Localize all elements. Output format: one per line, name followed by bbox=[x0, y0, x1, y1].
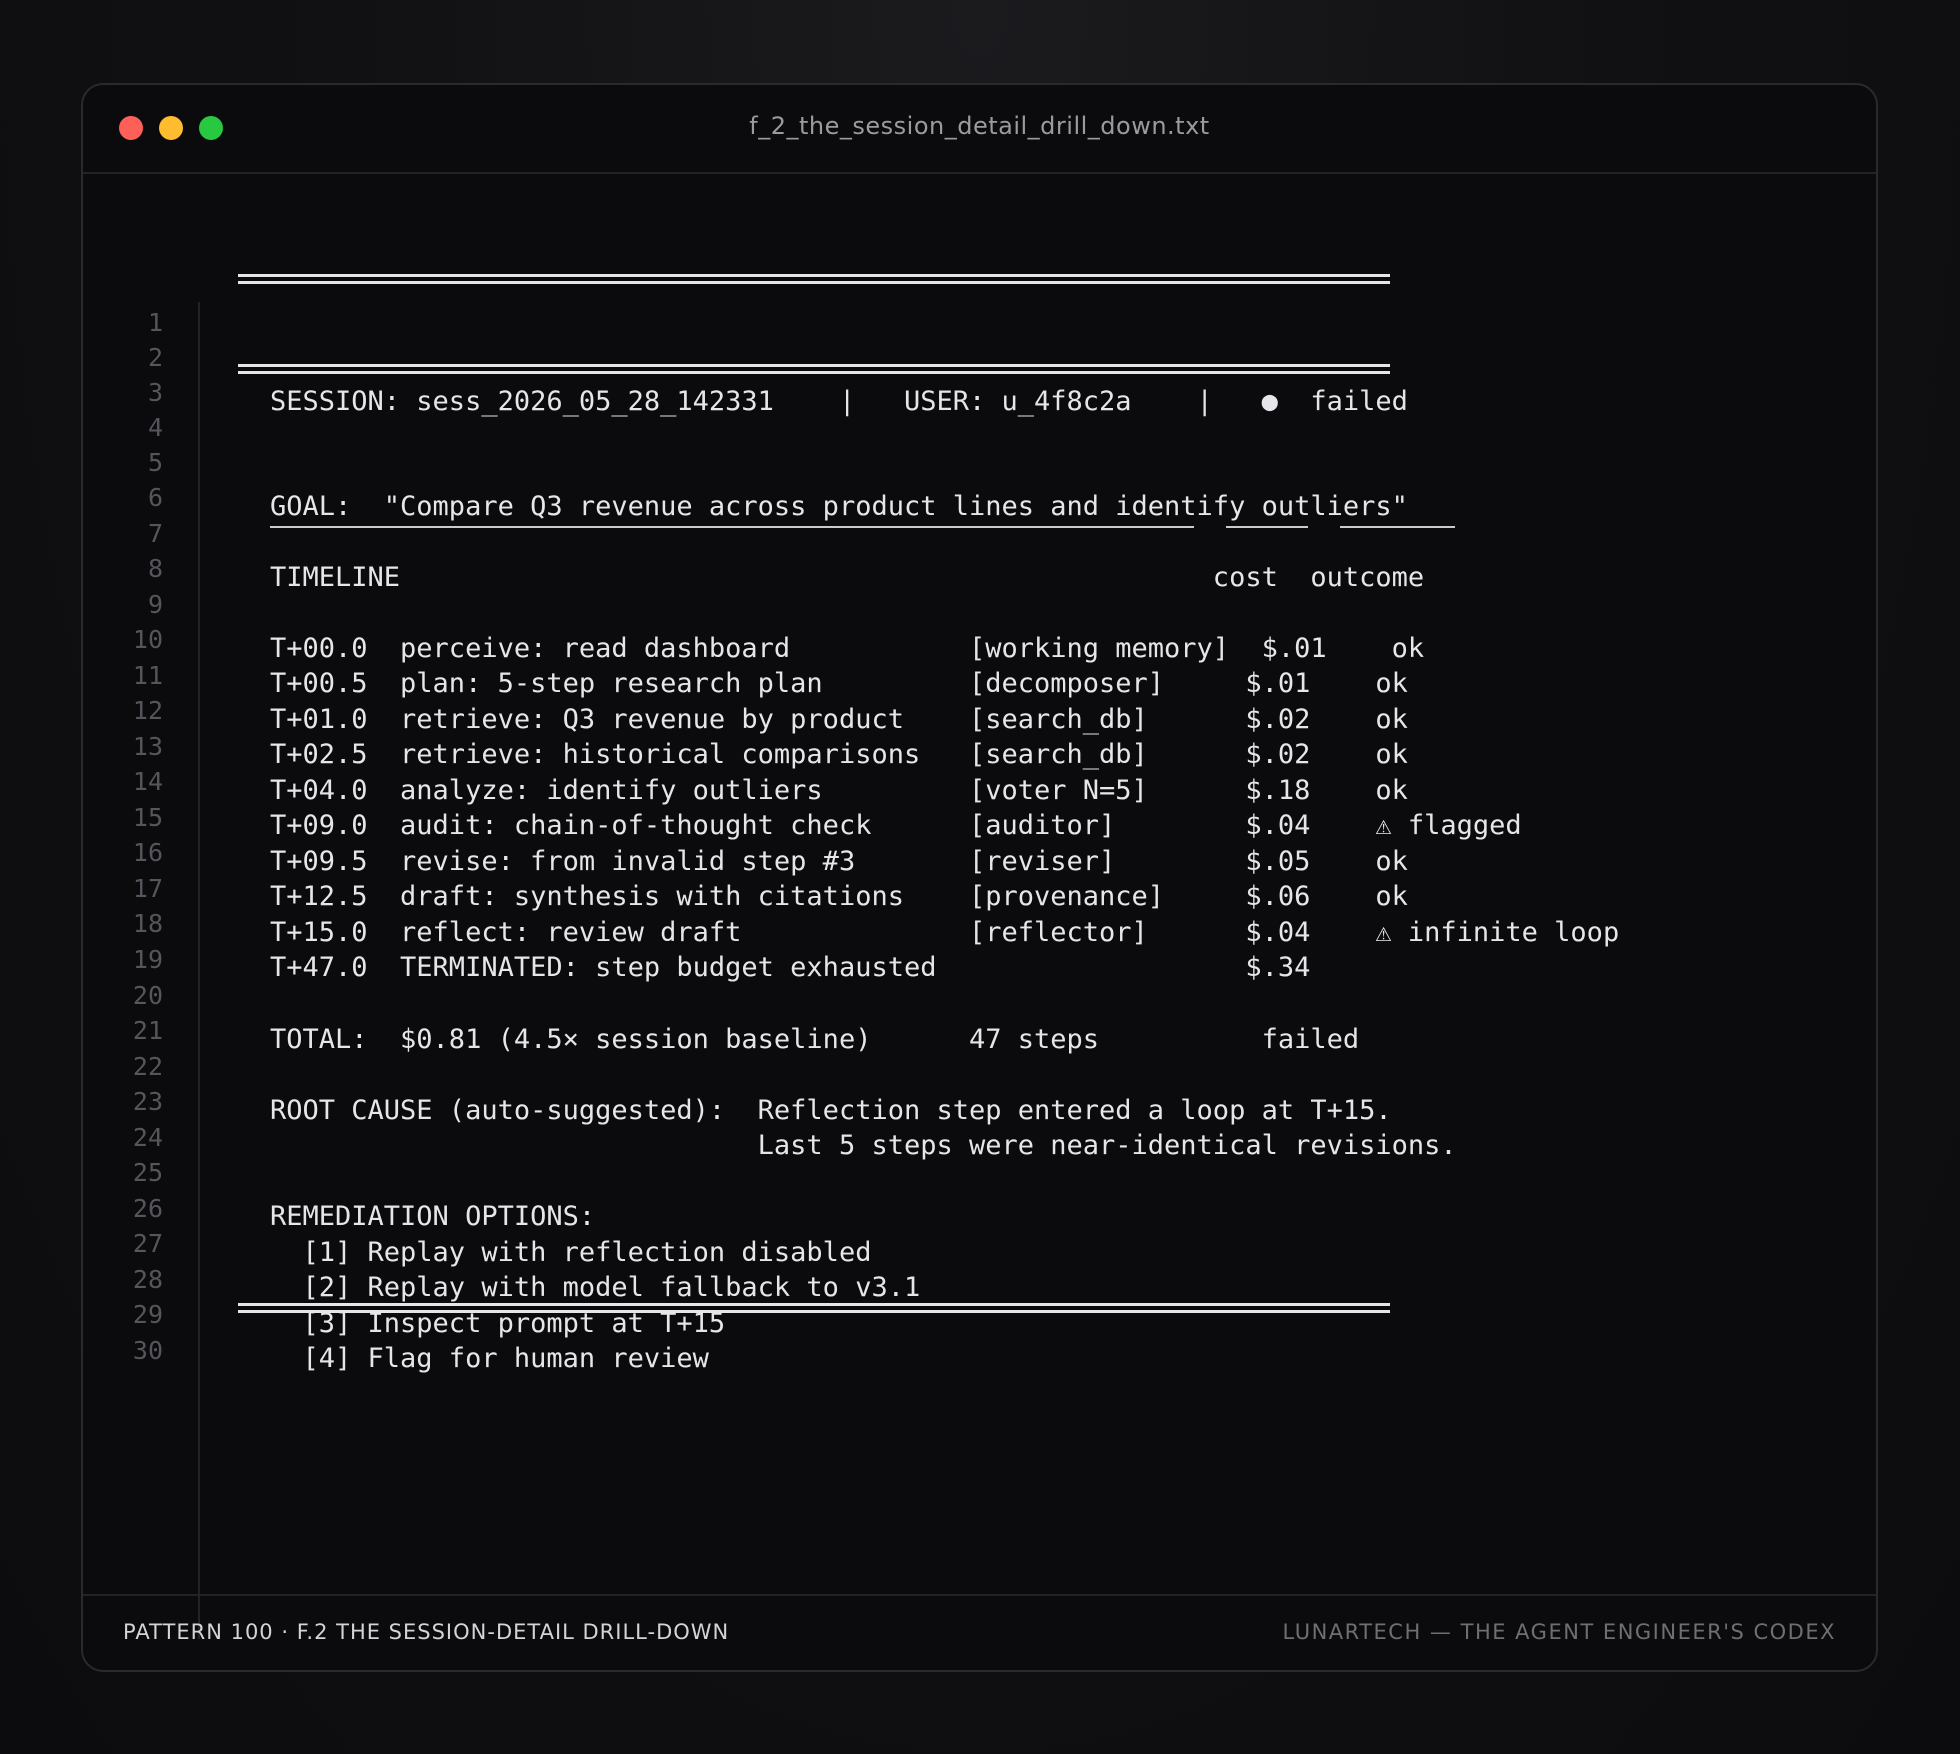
timeline-rule bbox=[270, 526, 1194, 528]
cost-rule bbox=[1226, 526, 1308, 528]
total-line: TOTAL: $0.81 (4.5× session baseline) 47 … bbox=[270, 1024, 1360, 1055]
goal-line: GOAL: "Compare Q3 revenue across product… bbox=[270, 491, 1408, 522]
remediation-option-text[interactable]: [4] Flag for human review bbox=[270, 1337, 709, 1381]
window-title: f_2_the_session_detail_drill_down.txt bbox=[749, 112, 1210, 140]
timeline-header: TIMELINE cost outcome bbox=[270, 562, 1425, 593]
double-rule-bottom bbox=[238, 1303, 1390, 1313]
gutter-divider bbox=[198, 302, 200, 1639]
timeline-row-text: T+47.0 TERMINATED: step budget exhausted… bbox=[270, 952, 1311, 983]
double-rule-header bbox=[238, 364, 1390, 374]
line-number: 30 bbox=[132, 1336, 163, 1365]
editor-line: 30 bbox=[83, 1285, 181, 1365]
title-bar: f_2_the_session_detail_drill_down.txt bbox=[83, 85, 1876, 174]
brand-label: LUNARTECH — THE AGENT ENGINEER'S CODEX bbox=[1282, 1620, 1836, 1644]
double-rule-top bbox=[238, 274, 1390, 284]
outcome-rule bbox=[1340, 526, 1455, 528]
text-editor[interactable]: 1 2 SESSION: sess_2026_05_28_142331 | US… bbox=[83, 174, 1876, 1670]
pattern-label: PATTERN 100 · F.2 THE SESSION-DETAIL DRI… bbox=[123, 1620, 730, 1644]
editor-window: f_2_the_session_detail_drill_down.txt 1 … bbox=[81, 83, 1878, 1672]
root-cause-detail: Last 5 steps were near-identical revisio… bbox=[270, 1130, 1457, 1161]
session-header: SESSION: sess_2026_05_28_142331 | USER: … bbox=[270, 386, 1408, 417]
footer-bar: PATTERN 100 · F.2 THE SESSION-DETAIL DRI… bbox=[83, 1594, 1876, 1670]
